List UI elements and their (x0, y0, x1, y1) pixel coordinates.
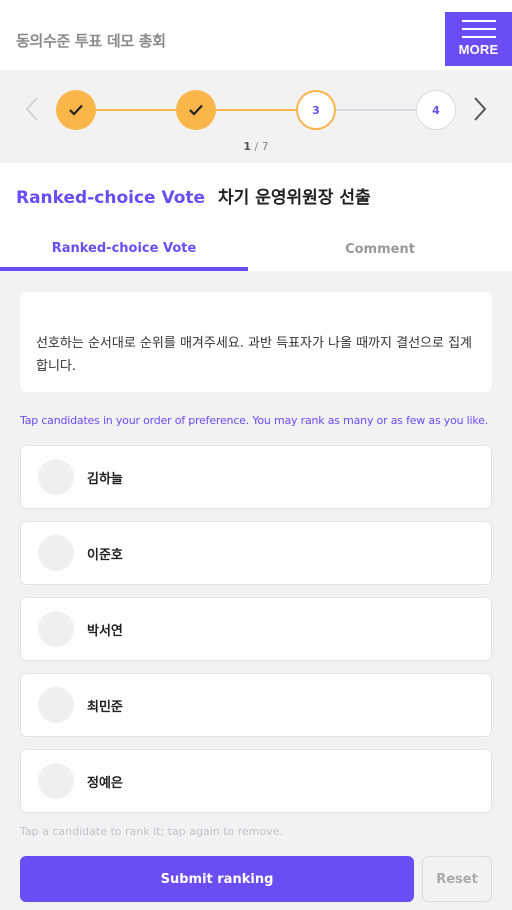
rank-circle (38, 763, 74, 799)
check-icon (189, 104, 203, 116)
vote-title-row: Ranked-choice Vote 차기 운영위원장 선출 (16, 183, 371, 208)
step-connector-todo (336, 109, 416, 111)
step-connector-done (216, 109, 296, 111)
vote-header: Ranked-choice Vote 차기 운영위원장 선출 Ranked-ch… (0, 163, 512, 271)
vote-type-label: Ranked-choice Vote (16, 188, 206, 208)
rank-circle (38, 535, 74, 571)
page-separator: / (250, 140, 262, 153)
candidate-card[interactable]: 박서연 (20, 597, 492, 661)
page-indicator: 1 / 7 (0, 140, 512, 153)
check-icon (69, 104, 83, 116)
chevron-right-icon (474, 97, 487, 121)
next-step-button[interactable] (468, 94, 492, 124)
candidate-name: 김하늘 (87, 472, 123, 487)
ranking-hint: Tap candidates in your order of preferen… (20, 414, 489, 427)
candidate-name: 정예은 (87, 776, 123, 791)
more-label: MORE (458, 42, 499, 57)
reset-button[interactable]: Reset (422, 856, 492, 902)
page-current: 1 (243, 140, 251, 153)
candidate-name: 이준호 (87, 548, 123, 563)
candidate-name: 박서연 (87, 624, 123, 639)
candidate-card[interactable]: 김하늘 (20, 445, 492, 509)
step-progress: 3 4 1 / 7 (0, 70, 512, 163)
tab-ranked-choice-vote[interactable]: Ranked-choice Vote (0, 227, 248, 271)
chevron-left-icon (25, 97, 38, 121)
candidate-card[interactable]: 정예은 (20, 749, 492, 813)
candidate-card[interactable]: 최민준 (20, 673, 492, 737)
rank-circle (38, 687, 74, 723)
vote-title: 차기 운영위원장 선출 (218, 188, 371, 208)
step-connector-done (96, 109, 176, 111)
vote-tabs: Ranked-choice Vote Comment (0, 227, 512, 271)
hamburger-icon (461, 20, 496, 38)
rank-circle (38, 459, 74, 495)
step-1[interactable] (56, 90, 96, 130)
rank-circle (38, 611, 74, 647)
instruction-card: 선호하는 순서대로 순위를 매겨주세요. 과반 득표자가 나올 때까지 결선으로… (20, 292, 492, 392)
app-header: 동의수준 투표 데모 총회 MORE (0, 0, 512, 70)
step-4[interactable]: 4 (416, 90, 456, 130)
page-total: 7 (261, 140, 269, 153)
step-2[interactable] (176, 90, 216, 130)
footer-hint: Tap a candidate to rank it; tap again to… (20, 825, 283, 838)
submit-ranking-button[interactable]: Submit ranking (20, 856, 414, 902)
app-title: 동의수준 투표 데모 총회 (16, 32, 166, 50)
more-menu-button[interactable]: MORE (445, 12, 512, 66)
candidate-card[interactable]: 이준호 (20, 521, 492, 585)
prev-step-button[interactable] (20, 94, 44, 124)
tab-comment[interactable]: Comment (256, 227, 504, 271)
candidate-name: 최민준 (87, 700, 123, 715)
step-3[interactable]: 3 (296, 90, 336, 130)
